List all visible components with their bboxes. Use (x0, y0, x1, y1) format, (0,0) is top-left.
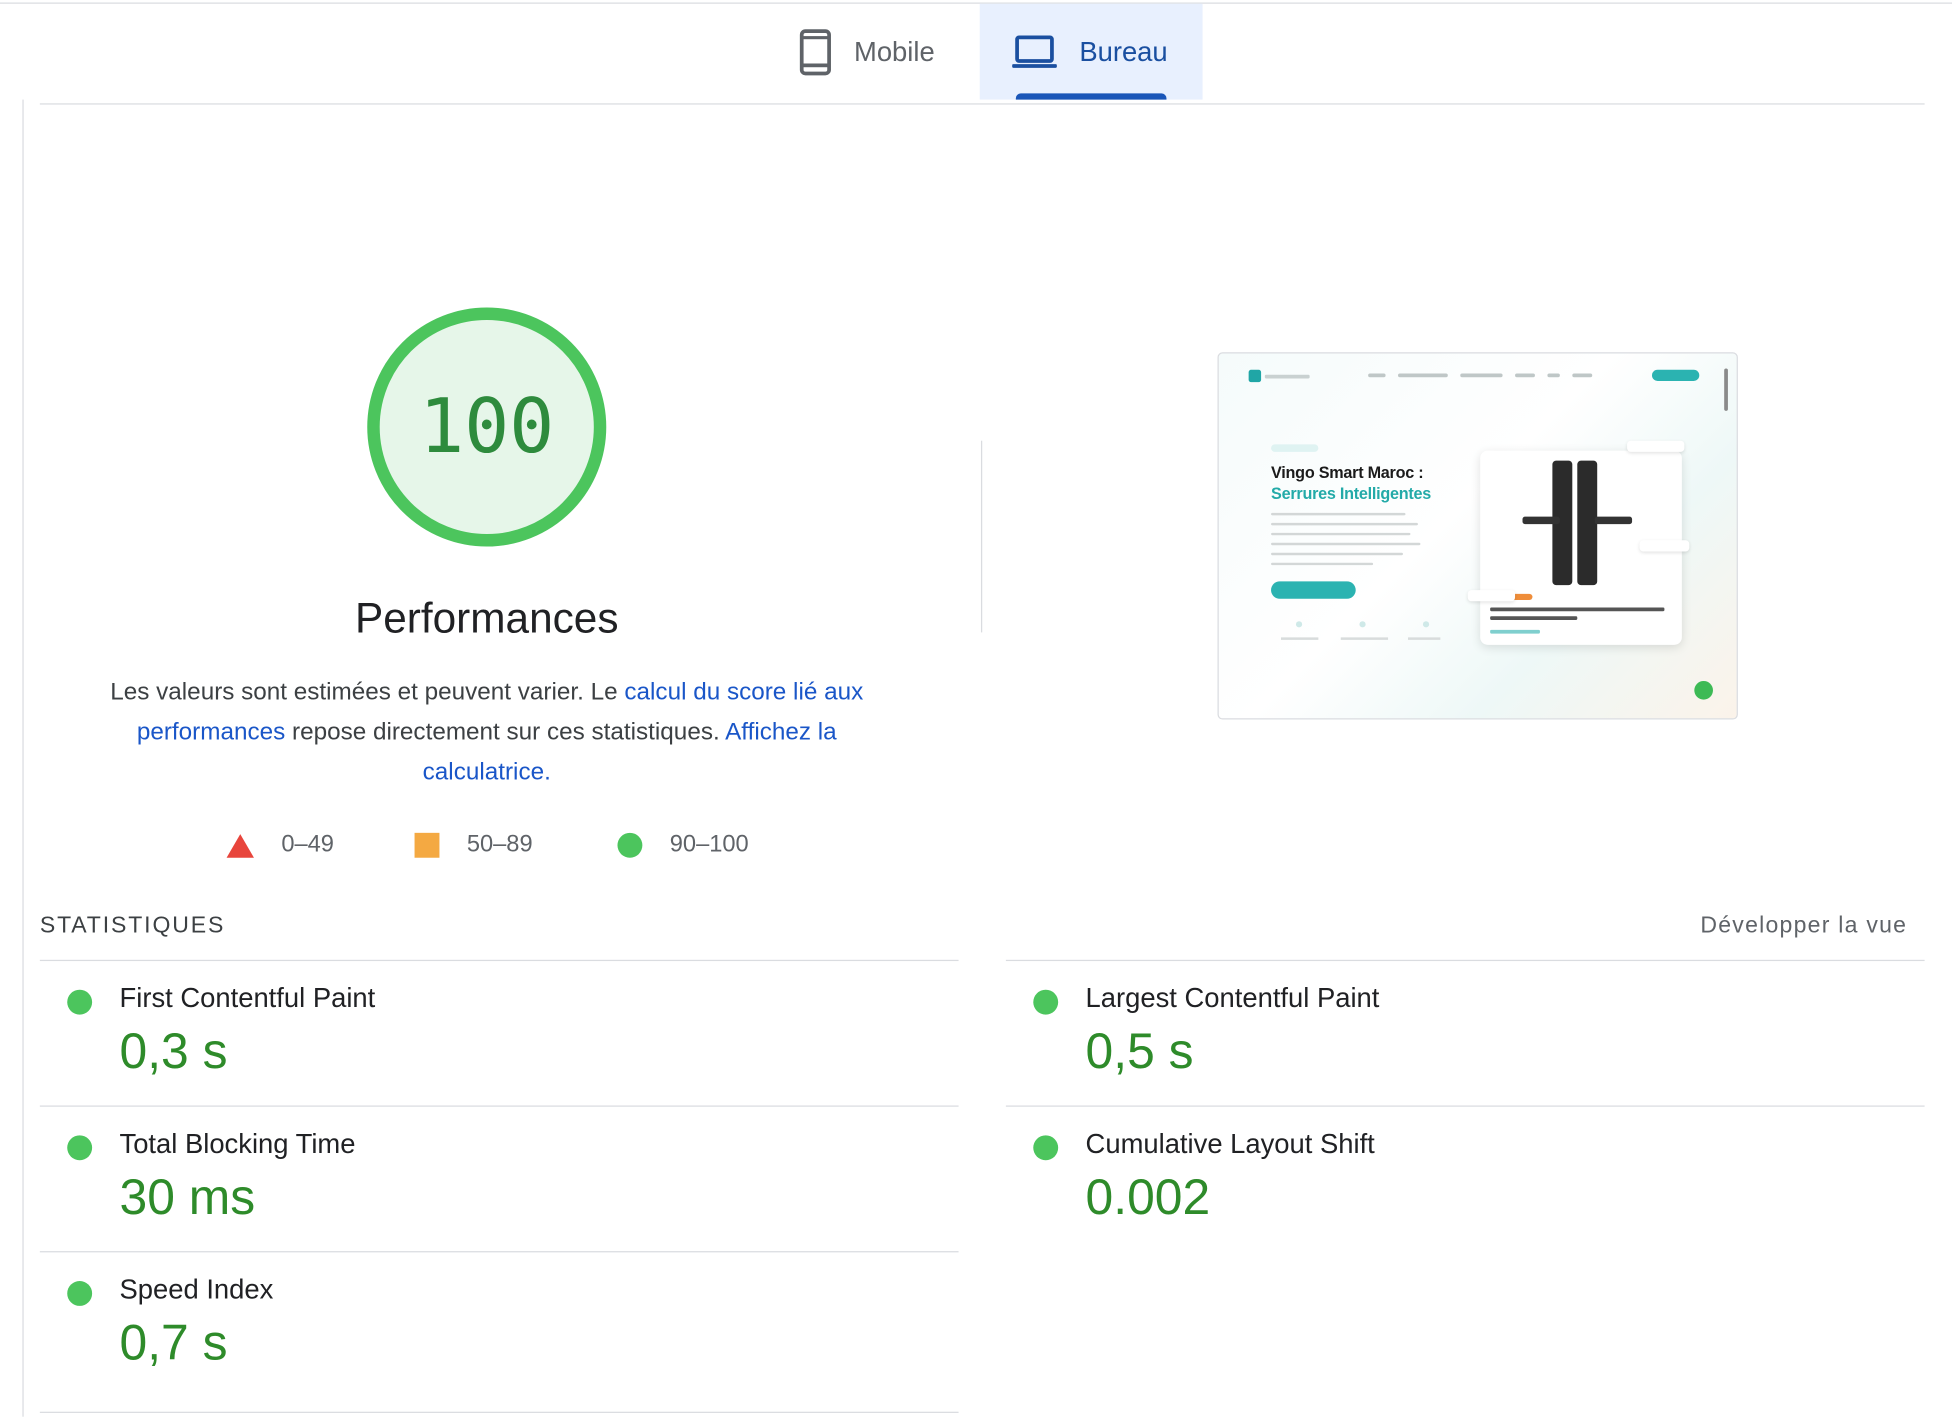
smartphone-icon (799, 28, 831, 75)
metric-value: 0,5 s (1085, 1024, 1194, 1080)
metric-speed-index: Speed Index 0,7 s (67, 1274, 938, 1418)
legend-pass-label: 90–100 (669, 831, 749, 858)
vertical-divider (980, 440, 983, 633)
active-tab-indicator (1015, 93, 1167, 100)
stats-divider-right (1005, 959, 1925, 962)
tab-mobile-label: Mobile (854, 35, 935, 67)
metric-value: 0,3 s (119, 1024, 228, 1080)
left-border (22, 99, 24, 1417)
legend-fail-label: 0–49 (281, 831, 334, 858)
thumb-scrollbar (1724, 368, 1728, 411)
pass-dot-icon (67, 989, 93, 1015)
whatsapp-icon (1694, 680, 1713, 700)
metric-name: Cumulative Layout Shift (1085, 1127, 1375, 1160)
triangle-icon (226, 833, 254, 858)
performance-score: 100 (419, 383, 555, 471)
legend-fail: 0–49 (226, 831, 334, 859)
pass-dot-icon (67, 1281, 93, 1306)
legend-pass: 90–100 (617, 831, 749, 859)
circle-icon (617, 832, 643, 858)
thumb-headline-1: Vingo Smart Maroc : (1271, 463, 1424, 482)
row-divider (39, 1251, 959, 1253)
pagespeed-report: Mobile Bureau 100 Performances Les valeu… (0, 0, 1952, 1417)
tab-divider (39, 103, 1925, 105)
row-divider (39, 1105, 959, 1107)
metric-value: 0,7 s (119, 1315, 228, 1371)
thumb-button (1271, 581, 1356, 599)
thumb-badge (1271, 444, 1319, 452)
bottom-divider (39, 1411, 959, 1413)
desc-text-2: repose directement sur ces statistiques. (285, 718, 726, 746)
score-description: Les valeurs sont estimées et peuvent var… (75, 672, 899, 792)
thumb-cta (1651, 369, 1700, 381)
metric-name: Speed Index (119, 1273, 274, 1305)
gauge-title: Performances (355, 595, 619, 643)
statistics-title: STATISTIQUES (39, 911, 226, 938)
tab-desktop[interactable]: Bureau (979, 3, 1203, 100)
thumb-nav (1368, 373, 1593, 378)
thumb-logo (1248, 369, 1310, 383)
tab-desktop-label: Bureau (1079, 35, 1168, 67)
desc-text-1: Les valeurs sont estimées et peuvent var… (110, 678, 625, 706)
pass-dot-icon (1033, 1135, 1059, 1161)
row-divider (1005, 1105, 1925, 1107)
legend-average: 50–89 (414, 831, 533, 859)
metric-value: 30 ms (119, 1170, 256, 1225)
metric-cls: Cumulative Layout Shift 0.002 (1033, 1128, 1904, 1272)
pass-dot-icon (67, 1135, 93, 1161)
metric-name: Largest Contentful Paint (1085, 982, 1380, 1014)
pass-dot-icon (1033, 989, 1059, 1015)
laptop-icon (1012, 34, 1057, 68)
final-screenshot[interactable]: Vingo Smart Maroc : Serrures Intelligent… (1217, 352, 1738, 720)
thumb-headline-2: Serrures Intelligentes (1271, 484, 1432, 503)
expand-view-button[interactable]: Développer la vue (1668, 911, 1907, 938)
metric-value: 0.002 (1085, 1170, 1211, 1225)
tab-mobile[interactable]: Mobile (779, 4, 978, 100)
square-icon (414, 832, 440, 858)
metric-name: Total Blocking Time (119, 1127, 356, 1160)
legend-average-label: 50–89 (466, 831, 533, 858)
metric-name: First Contentful Paint (119, 982, 376, 1014)
stats-divider-left (39, 959, 959, 962)
